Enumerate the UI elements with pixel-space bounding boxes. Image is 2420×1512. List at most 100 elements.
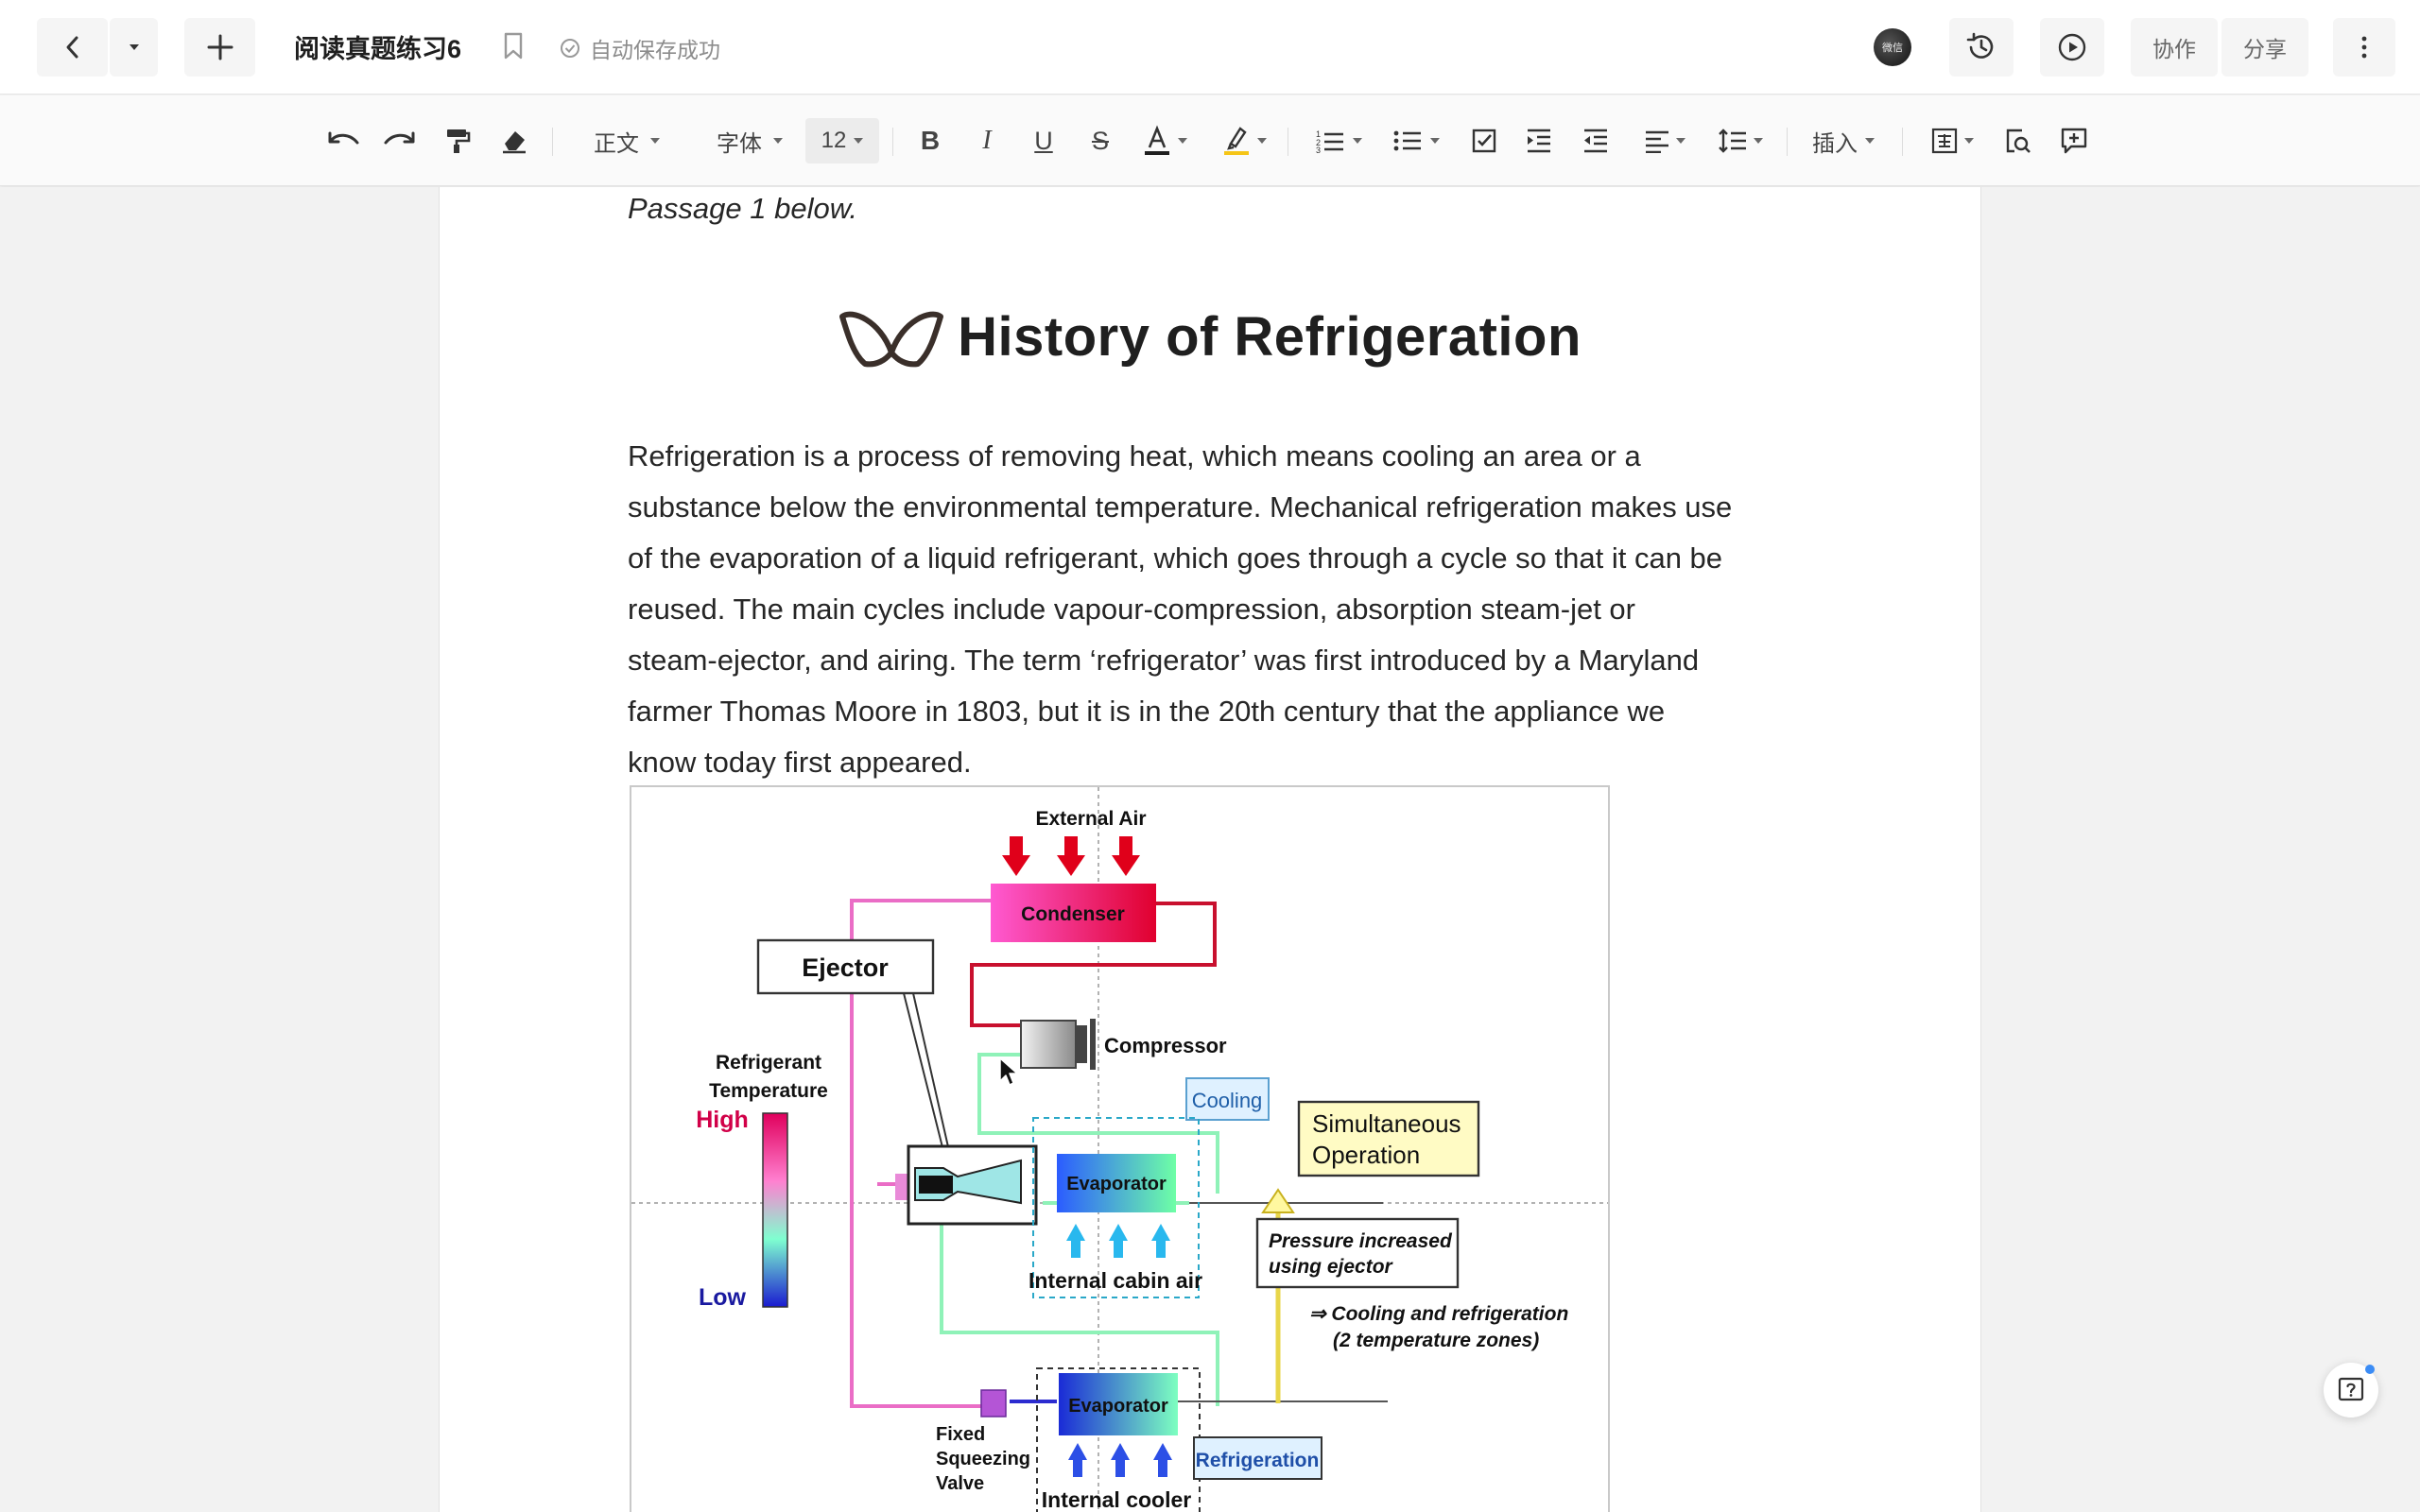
font-size-select[interactable]: 12 bbox=[805, 118, 879, 163]
cooling-label: Cooling bbox=[1192, 1089, 1263, 1112]
font-size-value: 12 bbox=[821, 128, 847, 153]
save-status-text: 自动保存成功 bbox=[590, 38, 720, 62]
redo-icon[interactable] bbox=[380, 118, 418, 163]
help-icon bbox=[2338, 1377, 2364, 1401]
translate-icon bbox=[1931, 128, 1958, 154]
notification-dot bbox=[2365, 1365, 2375, 1374]
translate-button[interactable] bbox=[1923, 118, 1981, 163]
line-spacing-button[interactable] bbox=[1711, 118, 1770, 163]
history-dropdown-button[interactable] bbox=[110, 18, 158, 77]
document-canvas[interactable]: Passage 1 below. History of Refrigeratio… bbox=[0, 187, 2420, 1512]
valve-label-1: Fixed bbox=[936, 1424, 985, 1445]
internal-cabin-air-label: Internal cabin air bbox=[1028, 1268, 1202, 1293]
avatar[interactable]: 微信 bbox=[1874, 28, 1911, 66]
bookmark-icon[interactable] bbox=[503, 32, 524, 65]
text-color-picker[interactable] bbox=[1136, 118, 1193, 163]
paragraph-line: know today first appeared. bbox=[628, 746, 972, 779]
save-status: 自动保存成功 bbox=[560, 32, 720, 64]
bottom-evaporator-label: Evaporator bbox=[1068, 1396, 1168, 1417]
valve-label-2: Squeezing bbox=[936, 1449, 1030, 1469]
history-clock-icon bbox=[1966, 32, 1994, 59]
share-button[interactable]: 分享 bbox=[2221, 18, 2308, 77]
valve-box bbox=[980, 1389, 1007, 1418]
font-family-value: 字体 bbox=[717, 130, 762, 157]
top-evaporator-label: Evaporator bbox=[1066, 1174, 1167, 1194]
undo-icon[interactable] bbox=[325, 118, 363, 163]
body-paragraph[interactable]: Refrigeration is a process of removing h… bbox=[628, 431, 1809, 788]
text-color-icon bbox=[1145, 125, 1169, 155]
caret-down-icon bbox=[1865, 138, 1875, 144]
paragraph-line: Refrigeration is a process of removing h… bbox=[628, 439, 1641, 472]
simultaneous-label-2: Operation bbox=[1312, 1141, 1420, 1169]
caret-down-icon bbox=[1178, 138, 1187, 144]
more-vertical-icon bbox=[2361, 36, 2367, 59]
new-doc-button[interactable] bbox=[184, 18, 255, 77]
font-family-select[interactable]: 字体 bbox=[707, 118, 792, 163]
top-bar: 阅读真题练习6 自动保存成功 微信 协作 分享 bbox=[0, 0, 2420, 94]
doc-title[interactable]: 阅读真题练习6 bbox=[294, 28, 461, 65]
paragraph-line: reused. The main cycles include vapour-c… bbox=[628, 593, 1635, 626]
present-button[interactable] bbox=[2040, 18, 2104, 77]
paragraph-style-value: 正文 bbox=[594, 130, 639, 157]
paragraph-style-select[interactable]: 正文 bbox=[584, 118, 669, 163]
more-menu-button[interactable] bbox=[2333, 18, 2395, 77]
caret-down-icon bbox=[650, 138, 660, 144]
paragraph-line: farmer Thomas Moore in 1803, but it is i… bbox=[628, 695, 1666, 728]
add-comment-icon[interactable] bbox=[2057, 118, 2091, 163]
chevron-left-icon bbox=[66, 36, 78, 59]
refrigerant-temp-label-1: Refrigerant bbox=[716, 1052, 821, 1074]
low-label: Low bbox=[699, 1284, 747, 1311]
paragraph-line: steam-ejector, and airing. The term ‘ref… bbox=[628, 644, 1700, 677]
italic-icon[interactable]: I bbox=[970, 118, 1004, 163]
mouse-cursor-icon bbox=[999, 1057, 1018, 1086]
highlight-color-picker[interactable] bbox=[1216, 118, 1272, 163]
indent-increase-icon[interactable] bbox=[1522, 118, 1556, 163]
bullet-list-button[interactable] bbox=[1388, 118, 1444, 163]
history-button[interactable] bbox=[1949, 18, 2014, 77]
insert-label: 插入 bbox=[1812, 130, 1858, 157]
back-button[interactable] bbox=[37, 18, 108, 77]
compressor-box bbox=[1020, 1020, 1077, 1069]
format-painter-icon[interactable] bbox=[441, 118, 475, 163]
document-page[interactable]: Passage 1 below. History of Refrigeratio… bbox=[439, 187, 1981, 1512]
ordered-list-icon: 123 bbox=[1316, 129, 1343, 154]
strikethrough-icon[interactable]: S bbox=[1083, 118, 1117, 163]
plus-icon bbox=[207, 34, 233, 60]
align-left-icon bbox=[1646, 130, 1668, 153]
external-air-label: External Air bbox=[1035, 808, 1146, 830]
collab-label: 协作 bbox=[2152, 37, 2196, 61]
ejector-label: Ejector bbox=[802, 954, 889, 982]
intro-line[interactable]: Passage 1 below. bbox=[628, 192, 857, 226]
toolbar-divider bbox=[1902, 128, 1903, 156]
align-button[interactable] bbox=[1635, 118, 1694, 163]
caret-down-icon bbox=[1676, 138, 1685, 144]
cabin-air-arrows bbox=[1066, 1224, 1170, 1258]
ordered-list-button[interactable]: 123 bbox=[1310, 118, 1367, 163]
underline-icon[interactable]: U bbox=[1027, 118, 1061, 163]
heading[interactable]: History of Refrigeration bbox=[440, 305, 1980, 369]
refrigeration-label: Refrigeration bbox=[1196, 1450, 1320, 1471]
bullet-list-icon bbox=[1393, 130, 1421, 151]
caret-down-icon bbox=[1754, 138, 1763, 144]
paragraph-line: substance below the environmental temper… bbox=[628, 490, 1733, 524]
refrigeration-diagram[interactable]: External Air Condenser Ejector Compresso… bbox=[630, 785, 1610, 1512]
checklist-icon[interactable] bbox=[1467, 118, 1501, 163]
clear-format-icon[interactable] bbox=[497, 118, 531, 163]
pressure-label-2: using ejector bbox=[1269, 1256, 1394, 1278]
toolbar-divider bbox=[552, 128, 553, 156]
external-air-arrows bbox=[1002, 836, 1140, 876]
find-replace-icon[interactable] bbox=[2000, 118, 2034, 163]
help-button[interactable] bbox=[2324, 1363, 2378, 1418]
caret-down-icon bbox=[854, 138, 864, 144]
toolbar-divider bbox=[1787, 128, 1788, 156]
condenser-label: Condenser bbox=[1021, 903, 1125, 925]
bold-icon[interactable]: B bbox=[913, 118, 947, 163]
collab-button[interactable]: 协作 bbox=[2131, 18, 2218, 77]
internal-cooler-arrows bbox=[1068, 1443, 1172, 1477]
internal-cooler-label: Internal cooler bbox=[1042, 1487, 1192, 1512]
line-spacing-icon bbox=[1719, 129, 1746, 153]
insert-menu[interactable]: 插入 bbox=[1806, 118, 1881, 163]
paragraph-line: of the evaporation of a liquid refrigera… bbox=[628, 541, 1723, 575]
share-label: 分享 bbox=[2243, 37, 2287, 61]
indent-decrease-icon[interactable] bbox=[1579, 118, 1613, 163]
